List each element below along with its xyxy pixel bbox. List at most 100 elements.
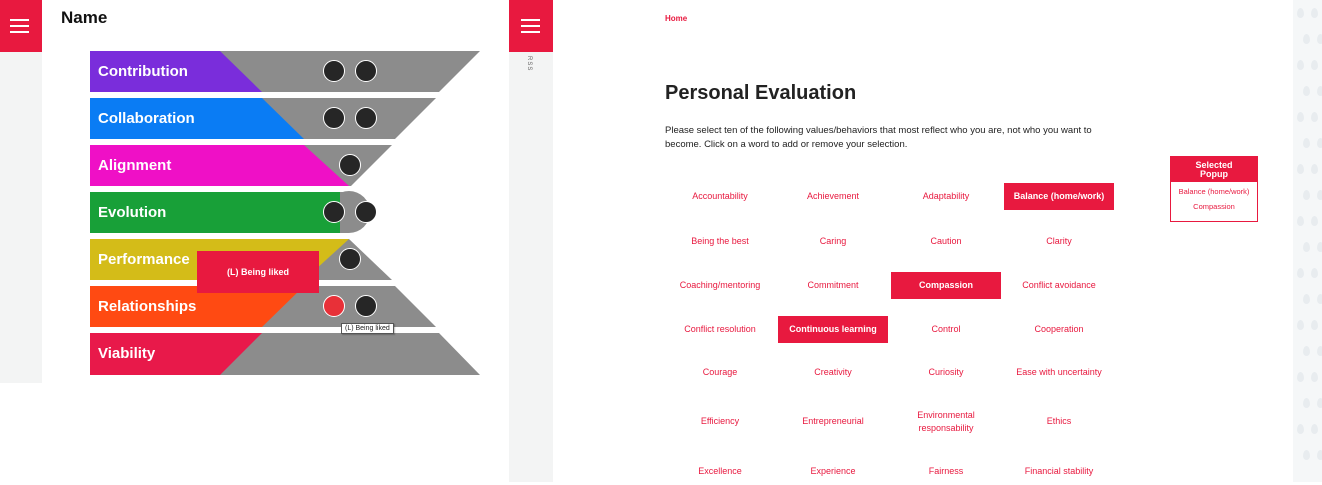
droplet-decoration [1311, 268, 1318, 278]
value-option[interactable]: Ease with uncertainty [1004, 359, 1114, 386]
droplet-decoration [1297, 268, 1304, 278]
droplet-decoration [1317, 294, 1322, 304]
value-option[interactable]: Environmental responsability [891, 408, 1001, 435]
value-option[interactable]: Continuous learning [778, 316, 888, 343]
value-option[interactable]: Efficiency [665, 408, 775, 435]
droplet-decoration [1311, 164, 1318, 174]
value-option[interactable]: Adaptability [891, 183, 1001, 210]
droplet-decoration [1317, 398, 1322, 408]
popup-title: Selected Popup [1171, 157, 1257, 182]
decorative-pattern [1293, 0, 1322, 482]
droplet-decoration [1303, 190, 1310, 200]
value-option[interactable]: Entrepreneurial [778, 408, 888, 435]
droplet-decoration [1303, 138, 1310, 148]
right-menu-button[interactable] [509, 0, 553, 52]
value-option[interactable]: Caring [778, 228, 888, 255]
value-option[interactable]: Conflict resolution [665, 316, 775, 343]
token-circle-active[interactable] [323, 295, 345, 317]
droplet-decoration [1311, 320, 1318, 330]
row-label-collaboration: Collaboration [98, 110, 195, 127]
token-circle[interactable] [323, 201, 345, 223]
value-option[interactable]: Accountability [665, 183, 775, 210]
hamburger-icon-bar [521, 31, 540, 33]
droplet-decoration [1303, 346, 1310, 356]
droplet-decoration [1303, 34, 1310, 44]
value-option[interactable]: Financial stability [1004, 458, 1114, 485]
value-option[interactable]: Cooperation [1004, 316, 1114, 343]
droplet-decoration [1317, 450, 1322, 460]
droplet-decoration [1317, 242, 1322, 252]
droplet-decoration [1317, 86, 1322, 96]
tooltip: (L) Being liked [341, 323, 394, 334]
token-circle[interactable] [339, 154, 361, 176]
value-option[interactable]: Excellence [665, 458, 775, 485]
value-option[interactable]: Experience [778, 458, 888, 485]
middle-sidebar-background [509, 0, 553, 482]
droplet-decoration [1297, 112, 1304, 122]
values-grid: Accountability Achievement Adaptability Bal… [665, 183, 1115, 476]
value-option[interactable]: Courage [665, 359, 775, 386]
droplet-decoration [1303, 294, 1310, 304]
value-option[interactable]: Coaching/mentoring [665, 272, 775, 299]
breadcrumb-home[interactable]: Home [665, 14, 687, 23]
value-option[interactable]: Ethics [1004, 408, 1114, 435]
popup-title-text: Selected Popup [1195, 160, 1233, 179]
selected-value-tag[interactable]: (L) Being liked [197, 251, 319, 293]
funnel-chart [90, 51, 480, 375]
droplet-decoration [1303, 398, 1310, 408]
value-option[interactable]: Creativity [778, 359, 888, 386]
droplet-decoration [1303, 450, 1310, 460]
droplet-decoration [1297, 60, 1304, 70]
value-option[interactable]: Conflict avoidance [1004, 272, 1114, 299]
row-label-contribution: Contribution [98, 63, 188, 80]
value-option[interactable]: Commitment [778, 272, 888, 299]
popup-list: Balance (home/work) Compassion [1171, 182, 1257, 214]
droplet-decoration [1311, 216, 1318, 226]
token-circle[interactable] [355, 295, 377, 317]
droplet-decoration [1317, 190, 1322, 200]
row-label-viability: Viability [98, 345, 156, 362]
token-circle[interactable] [355, 107, 377, 129]
token-circle[interactable] [323, 60, 345, 82]
droplet-decoration [1297, 424, 1304, 434]
droplet-decoration [1297, 216, 1304, 226]
value-option[interactable]: Compassion [891, 272, 1001, 299]
hamburger-icon [521, 19, 540, 21]
droplet-decoration [1311, 372, 1318, 382]
page-title: Personal Evaluation [665, 82, 857, 104]
row-label-alignment: Alignment [98, 157, 172, 174]
value-option[interactable]: Being the best [665, 228, 775, 255]
value-option[interactable]: Clarity [1004, 228, 1114, 255]
droplet-decoration [1311, 60, 1318, 70]
token-circle[interactable] [339, 248, 361, 270]
value-option[interactable]: Curiosity [891, 359, 1001, 386]
selected-popup: Selected Popup Balance (home/work) Compas… [1170, 156, 1258, 222]
vertical-label: RSS [526, 56, 532, 72]
droplet-decoration [1297, 372, 1304, 382]
row-label-evolution: Evolution [98, 204, 167, 221]
droplet-decoration [1311, 112, 1318, 122]
droplet-decoration [1297, 8, 1304, 18]
token-circle[interactable] [355, 60, 377, 82]
droplet-decoration [1297, 320, 1304, 330]
instructions-text: Please select ten of the following value… [665, 125, 1092, 150]
row-label-relationships: Relationships [98, 298, 197, 315]
droplet-decoration [1311, 8, 1318, 18]
droplet-decoration [1297, 164, 1304, 174]
value-option[interactable]: Balance (home/work) [1004, 183, 1114, 210]
value-option[interactable]: Control [891, 316, 1001, 343]
droplet-decoration [1317, 138, 1322, 148]
token-circle[interactable] [323, 107, 345, 129]
value-option[interactable]: Fairness [891, 458, 1001, 485]
hamburger-icon-bar [521, 25, 540, 27]
value-option[interactable]: Caution [891, 228, 1001, 255]
droplet-decoration [1303, 242, 1310, 252]
row-label-performance: Performance [98, 251, 190, 268]
droplet-decoration [1311, 424, 1318, 434]
value-option[interactable]: Achievement [778, 183, 888, 210]
droplet-decoration [1317, 34, 1322, 44]
token-circle[interactable] [355, 201, 377, 223]
droplet-decoration [1303, 86, 1310, 96]
popup-selected-item[interactable]: Compassion [1171, 199, 1257, 214]
popup-selected-item[interactable]: Balance (home/work) [1171, 184, 1257, 199]
